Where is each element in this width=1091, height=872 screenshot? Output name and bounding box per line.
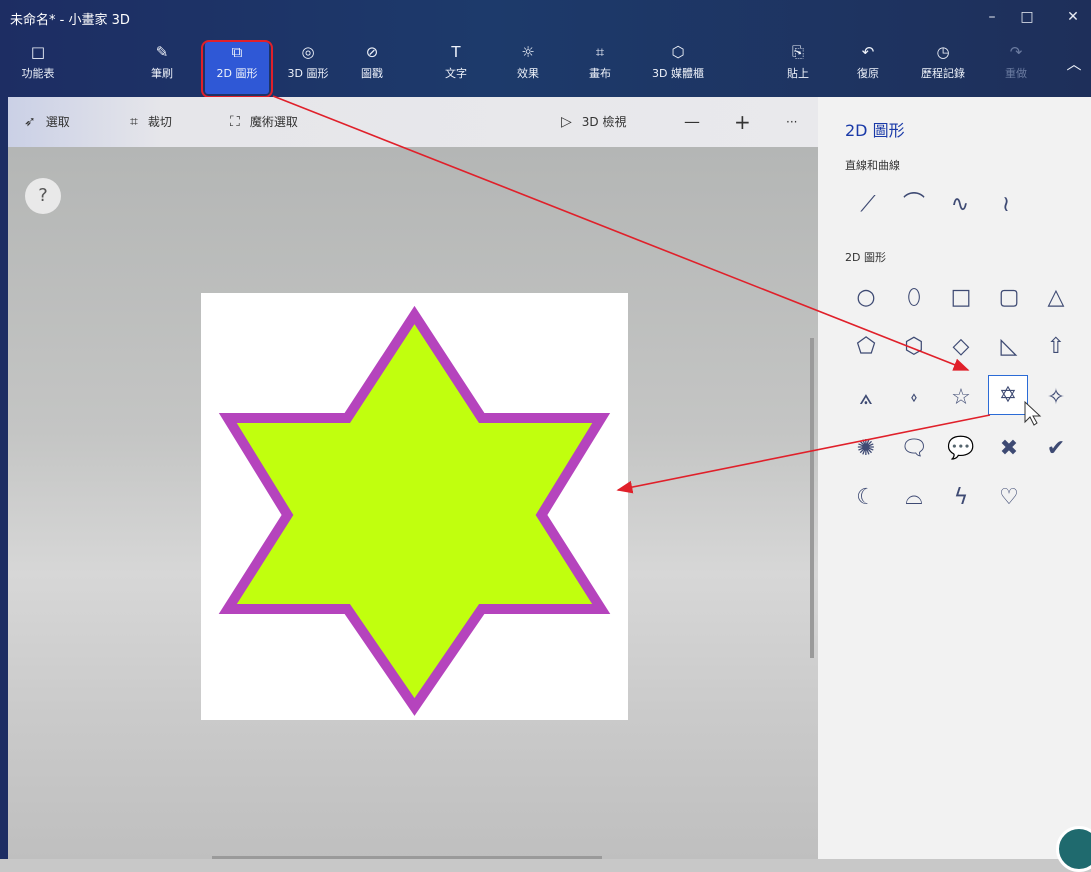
speech-bubble-round-icon[interactable]: 💬 [945,433,977,465]
heart-icon[interactable]: ♡ [993,482,1025,514]
panel-title: 2D 圖形 [845,121,905,140]
3d-view-icon: ▷ [561,114,572,130]
redo-icon: ↷ [1009,43,1023,61]
window-edge [0,97,8,859]
ribbon-label: 歷程記錄 [921,67,965,80]
pentagon-icon[interactable]: ⬠ [850,331,882,363]
six-point-star-icon[interactable]: ✡ [988,375,1028,415]
wave-curve-icon[interactable]: ∿ [944,189,976,221]
six-point-star[interactable] [218,305,611,716]
folder-icon: □ [30,43,46,61]
ribbon-label: 圖戳 [361,67,383,80]
ribbon-3d-library[interactable]: ⬡ 3D 媒體櫃 [644,42,712,94]
ribbon-3d-shapes[interactable]: ◎ 3D 圖形 [282,42,334,94]
ribbon-label: 3D 媒體櫃 [652,67,704,80]
magic-select-label: 魔術選取 [249,115,298,129]
right-triangle-icon[interactable]: ◺ [993,331,1025,363]
banner-icon[interactable]: ⌓ [898,482,930,514]
curve-icon[interactable]: ⌒ [898,189,930,221]
ribbon-stickers[interactable]: ⊘ 圖戳 [352,42,392,94]
circle-icon[interactable]: ○ [850,282,882,314]
multi-curve-icon[interactable]: ≀ [990,189,1022,221]
leaf-shape-icon[interactable]: ⬫ [898,382,930,414]
brush-icon: ✎ [155,43,169,61]
zoom-out-button[interactable]: — [684,97,700,147]
paste-icon: ⎘ [791,43,804,61]
x-mark-icon[interactable]: ✖ [993,433,1025,465]
shapes-panel: 2D 圖形 直線和曲線 ⟋ ⌒ ∿ ≀ 2D 圖形 ○ ⬯ □ ▢ △ ⬠ ⬡ … [818,97,1091,859]
ribbon-label: 功能表 [21,67,55,80]
checkmark-icon[interactable]: ✔ [1040,433,1072,465]
chevron-up-icon: ︿ [1066,55,1082,73]
maximize-button[interactable]: □ [1012,6,1042,28]
cursor-icon: ➶ [24,114,36,130]
crescent-moon-icon[interactable]: ☾ [850,482,882,514]
3d-library-icon: ⬡ [671,43,685,61]
ribbon-undo[interactable]: ↶ 復原 [848,42,888,94]
magic-select-tool[interactable]: ⛶ 魔術選取 [230,97,298,147]
more-options-button[interactable]: ··· [786,97,797,147]
five-point-star-icon[interactable]: ☆ [945,382,977,414]
ribbon-effects[interactable]: ☼ 效果 [508,42,548,94]
triangle-icon[interactable]: △ [1040,282,1072,314]
ribbon-label: 貼上 [787,67,809,80]
ribbon-label: 畫布 [589,67,611,80]
3d-view-label: 3D 檢視 [581,115,627,129]
magic-select-icon: ⛶ [230,114,240,130]
ribbon-canvas[interactable]: ⌗ 畫布 [580,42,620,94]
crop-label: 裁切 [147,115,172,129]
help-button[interactable]: ? [25,178,61,214]
vertical-scrollbar[interactable] [810,338,814,658]
ribbon-redo[interactable]: ↷ 重做 [996,42,1036,94]
ribbon-label: 筆刷 [151,67,173,80]
crop-tool[interactable]: ⌗ 裁切 [130,97,172,147]
canvas-icon: ⌗ [595,43,605,61]
ribbon-menu[interactable]: □ 功能表 [18,42,58,94]
highlight-box [201,40,273,98]
hexagon-icon[interactable]: ⬡ [898,331,930,363]
zoom-in-button[interactable]: + [734,97,751,147]
line-icon[interactable]: ⟋ [852,189,884,221]
arrow-up-icon[interactable]: ⇧ [1040,331,1072,363]
tool-bar: ➶ 選取 ⌗ 裁切 ⛶ 魔術選取 ▷ 3D 檢視 — + ··· [0,97,818,147]
four-point-star-icon[interactable]: ✧ [1040,382,1072,414]
ribbon-label: 文字 [445,67,467,80]
minimize-button[interactable]: – [977,6,1007,28]
3d-cube-icon: ◎ [301,43,315,61]
ribbon-label: 3D 圖形 [287,67,329,80]
undo-icon: ↶ [861,43,875,61]
history-icon: ◷ [936,43,950,61]
burst-icon[interactable]: ✺ [850,433,882,465]
ribbon-label: 重做 [1005,67,1027,80]
speech-bubble-square-icon[interactable]: 🗨 [898,433,930,465]
window-title: 未命名* - 小畫家 3D [10,13,130,28]
arrowhead-icon[interactable]: ⟑ [850,382,882,414]
ribbon-brushes[interactable]: ✎ 筆刷 [142,42,182,94]
ribbon-text[interactable]: T 文字 [436,42,476,94]
canvas-paper[interactable] [201,293,628,720]
sun-icon: ☼ [521,43,535,61]
close-button[interactable]: ✕ [1058,6,1088,28]
rounded-square-icon[interactable]: ▢ [993,282,1025,314]
text-icon: T [451,43,461,61]
sticker-icon: ⊘ [365,43,379,61]
avatar[interactable] [1056,826,1091,872]
3d-view-toggle[interactable]: ▷ 3D 檢視 [561,97,626,147]
lightning-icon[interactable]: ϟ [945,482,977,514]
crop-icon: ⌗ [130,114,138,130]
ribbon-history[interactable]: ◷ 歷程記錄 [912,42,974,94]
2d-shapes-section-label: 2D 圖形 [845,251,886,264]
select-tool[interactable]: ➶ 選取 [24,97,70,147]
pill-icon[interactable]: ⬯ [898,282,930,314]
ribbon-label: 效果 [517,67,539,80]
diamond-icon[interactable]: ◇ [945,331,977,363]
ribbon-paste[interactable]: ⎘ 貼上 [778,42,818,94]
star-shape[interactable] [201,293,628,720]
title-and-ribbon-bar: 未命名* - 小畫家 3D – □ ✕ □ 功能表 ✎ 筆刷 ⧉ 2D 圖形 ◎… [0,0,1091,97]
lines-section-label: 直線和曲線 [845,159,900,172]
square-icon[interactable]: □ [945,282,977,314]
ribbon-label: 復原 [857,67,879,80]
select-label: 選取 [45,115,70,129]
